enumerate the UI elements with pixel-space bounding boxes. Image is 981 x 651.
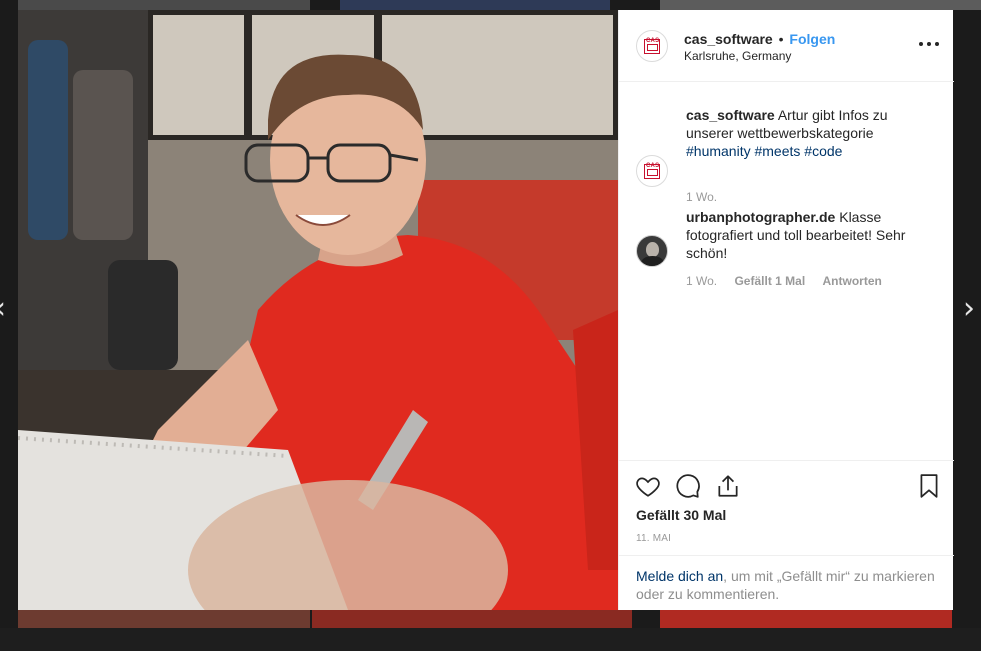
post-photo[interactable] xyxy=(18,10,618,610)
likes-count[interactable]: Gefällt 30 Mal xyxy=(636,507,726,523)
background-post-tile[interactable] xyxy=(18,0,310,10)
comment-time[interactable]: 1 Wo. xyxy=(686,274,717,288)
comments-list: CAS cas_software Artur gibt Infos zu uns… xyxy=(619,82,954,460)
comment-meta: 1 Wo. Gefällt 1 Mal Antworten xyxy=(686,274,896,288)
reply-button[interactable]: Antworten xyxy=(823,274,882,288)
caption-text-block: cas_software Artur gibt Infos zu unserer… xyxy=(686,106,936,160)
post-photo-illustration xyxy=(18,10,618,610)
hashtag-link[interactable]: #humanity xyxy=(686,143,751,159)
heart-icon[interactable] xyxy=(635,473,661,499)
login-prompt: Melde dich an, um mit „Gefällt mir“ zu m… xyxy=(619,555,954,610)
bottom-bar xyxy=(0,628,981,651)
comment-likes-link[interactable]: Gefällt 1 Mal xyxy=(734,274,805,288)
profile-avatar[interactable]: CAS xyxy=(636,30,668,62)
caption-avatar[interactable]: CAS xyxy=(636,155,668,187)
post-side-panel: CAS cas_software • Folgen Karlsruhe, Ger… xyxy=(618,10,954,610)
background-post-tile[interactable] xyxy=(660,0,981,10)
login-prompt-text: Melde dich an, um mit „Gefällt mir“ zu m… xyxy=(636,567,946,603)
comment-text-block: urbanphotographer.de Klasse fotografiert… xyxy=(686,208,936,262)
brand-logo-text: CAS xyxy=(646,163,660,169)
comment-username[interactable]: urbanphotographer.de xyxy=(686,209,835,225)
comment-bubble-icon[interactable] xyxy=(675,473,701,499)
post-author-line: cas_software • Folgen xyxy=(684,31,835,47)
post-header: CAS cas_software • Folgen Karlsruhe, Ger… xyxy=(619,10,954,82)
follow-button[interactable]: Folgen xyxy=(789,31,835,47)
commenter-avatar[interactable] xyxy=(636,235,668,267)
caption-meta: 1 Wo. xyxy=(686,190,731,204)
post-username[interactable]: cas_software xyxy=(684,31,773,47)
caption-time[interactable]: 1 Wo. xyxy=(686,190,717,204)
hashtag-link[interactable]: #meets xyxy=(754,143,800,159)
background-post-tile[interactable] xyxy=(312,610,632,628)
login-link[interactable]: Melde dich an xyxy=(636,568,723,584)
more-options-icon[interactable] xyxy=(917,37,941,51)
caption-username[interactable]: cas_software xyxy=(686,107,775,123)
separator-dot: • xyxy=(778,31,784,47)
post-actions: Gefällt 30 Mal 11. MAI xyxy=(619,460,954,555)
background-post-tile[interactable] xyxy=(18,610,310,628)
brand-logo-text: CAS xyxy=(646,38,660,44)
post-location[interactable]: Karlsruhe, Germany xyxy=(684,49,791,63)
next-post-arrow-icon[interactable]: › xyxy=(963,294,975,324)
background-post-tile[interactable] xyxy=(340,0,610,10)
bookmark-icon[interactable] xyxy=(916,473,942,499)
hashtag-link[interactable]: #code xyxy=(804,143,842,159)
background-post-tile[interactable] xyxy=(660,610,952,628)
share-icon[interactable] xyxy=(715,473,741,499)
post-date[interactable]: 11. MAI xyxy=(636,533,671,544)
previous-post-arrow-icon[interactable]: ‹ xyxy=(0,294,6,324)
